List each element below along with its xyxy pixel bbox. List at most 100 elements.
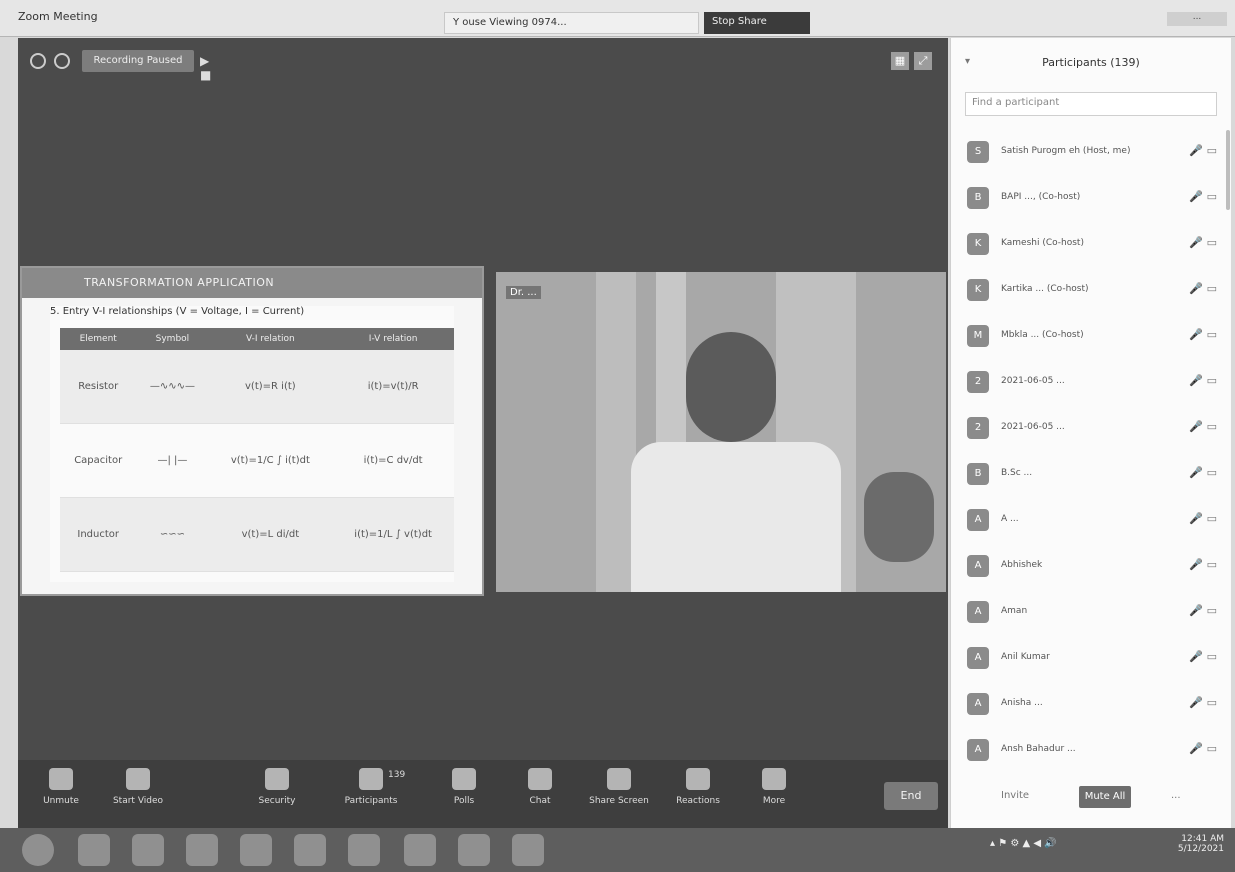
chat-label: Chat <box>529 796 551 806</box>
table-row: Capacitor —| |— v(t)=1/C ∫ i(t)dt i(t)=C… <box>60 423 454 498</box>
meeting-toolbar: Unmute Start Video Security Participants… <box>18 760 948 828</box>
participant-name: Anisha ... <box>1001 698 1043 708</box>
participant-row[interactable]: 2 2021-06-05 ... 🎤 ▭ <box>961 360 1223 406</box>
shared-slide-title: TRANSFORMATION APPLICATION <box>84 276 275 289</box>
invite-button[interactable]: Invite <box>1001 790 1029 801</box>
security-shield-icon[interactable] <box>54 53 70 69</box>
participants-button[interactable]: Participants 139 <box>336 768 406 806</box>
shared-screen: TRANSFORMATION APPLICATION 5. Entry V-I … <box>20 266 484 596</box>
file-explorer-icon[interactable] <box>78 834 110 866</box>
participants-label: Participants <box>344 796 398 806</box>
symbol-cell: —∿∿∿— <box>136 350 209 424</box>
end-meeting-button[interactable]: End <box>884 782 938 810</box>
fullscreen-icon[interactable]: ⤢ <box>914 52 932 70</box>
avatar: 2 <box>967 371 989 393</box>
security-button[interactable]: Security <box>252 768 302 806</box>
clock-time: 12:41 AM <box>1181 834 1224 844</box>
browser-tab[interactable]: Y ouse Viewing 0974... <box>444 12 699 34</box>
unmute-button[interactable]: Unmute <box>36 768 86 806</box>
app-icon[interactable] <box>348 834 380 866</box>
mute-all-button[interactable]: Mute All <box>1079 786 1131 808</box>
zoom-icon[interactable] <box>512 834 544 866</box>
panel-more-button[interactable]: ... <box>1171 790 1181 801</box>
app-icon[interactable] <box>186 834 218 866</box>
participant-row[interactable]: 2 2021-06-05 ... 🎤 ▭ <box>961 406 1223 452</box>
table-header: V-I relation <box>208 328 333 350</box>
pdf-icon[interactable] <box>404 834 436 866</box>
symbol-cell: ∽∽∽ <box>136 497 209 572</box>
video-name-label: Dr. ... <box>506 286 541 299</box>
participant-name: 2021-06-05 ... <box>1001 422 1065 432</box>
participants-scrollbar[interactable] <box>1226 130 1230 210</box>
speaker-hand <box>864 472 934 562</box>
more-button[interactable]: More <box>754 768 794 806</box>
slide-subtitle: 5. Entry V-I relationships (V = Voltage,… <box>50 306 305 317</box>
element-cell: Resistor <box>60 350 137 424</box>
participant-row[interactable]: A Anil Kumar 🎤 ▭ <box>961 636 1223 682</box>
avatar: K <box>967 279 989 301</box>
window-controls[interactable]: ... <box>1167 12 1227 26</box>
window-titlebar: Zoom Meeting Y ouse Viewing 0974... Stop… <box>0 0 1235 37</box>
participant-row[interactable]: B B.Sc ... 🎤 ▭ <box>961 452 1223 498</box>
windows-taskbar: ▴ ⚑ ⚙ ▲ ◀ 🔊 12:41 AM 5/12/2021 <box>0 828 1235 872</box>
participant-count: 139 <box>388 770 406 780</box>
mic-video-icons: 🎤 ▭ <box>1189 696 1217 709</box>
clock-date: 5/12/2021 <box>1177 844 1224 854</box>
polls-button[interactable]: Polls <box>444 768 484 806</box>
mic-video-icons: 🎤 ▭ <box>1189 742 1217 755</box>
shield-icon <box>265 768 289 790</box>
participant-name: Aman <box>1001 606 1028 616</box>
start-video-button[interactable]: Start Video <box>108 768 168 806</box>
system-clock[interactable]: 12:41 AM 5/12/2021 <box>1160 834 1224 854</box>
participant-row[interactable]: K Kartika ... (Co-host) 🎤 ▭ <box>961 268 1223 314</box>
participant-row[interactable]: A Aman 🎤 ▭ <box>961 590 1223 636</box>
avatar: A <box>967 693 989 715</box>
reactions-icon <box>686 768 710 790</box>
chat-button[interactable]: Chat <box>520 768 560 806</box>
app-icon[interactable] <box>458 834 490 866</box>
element-cell: Capacitor <box>60 423 137 498</box>
share-screen-button[interactable]: Share Screen <box>584 768 654 806</box>
participant-name: Abhishek <box>1001 560 1043 570</box>
gallery-view-icon[interactable]: ▦ <box>891 52 909 70</box>
vi-cell: v(t)=R i(t) <box>208 350 333 424</box>
participant-row[interactable]: M Mbkla ... (Co-host) 🎤 ▭ <box>961 314 1223 360</box>
unmute-label: Unmute <box>43 796 79 806</box>
speaker-video[interactable]: Dr. ... <box>496 272 946 592</box>
mic-video-icons: 🎤 ▭ <box>1189 236 1217 249</box>
mic-video-icons: 🎤 ▭ <box>1189 420 1217 433</box>
chrome-icon[interactable] <box>240 834 272 866</box>
participant-row[interactable]: A Anisha ... 🎤 ▭ <box>961 682 1223 728</box>
avatar: A <box>967 555 989 577</box>
participant-row[interactable]: B BAPI ..., (Co-host) 🎤 ▭ <box>961 176 1223 222</box>
start-button-icon[interactable] <box>22 834 54 866</box>
participant-row[interactable]: A Abhishek 🎤 ▭ <box>961 544 1223 590</box>
participant-row[interactable]: K Kameshi (Co-host) 🎤 ▭ <box>961 222 1223 268</box>
participants-icon <box>359 768 383 790</box>
slide-content: 5. Entry V-I relationships (V = Voltage,… <box>50 306 454 582</box>
share-screen-icon <box>607 768 631 790</box>
element-cell: Inductor <box>60 497 137 572</box>
chat-icon <box>528 768 552 790</box>
vi-cell: v(t)=1/C ∫ i(t)dt <box>208 423 333 498</box>
app-icon[interactable] <box>132 834 164 866</box>
polls-label: Polls <box>453 796 475 806</box>
app-icon[interactable] <box>294 834 326 866</box>
participant-row[interactable]: A Ansh Bahadur ... 🎤 ▭ <box>961 728 1223 774</box>
info-icon[interactable] <box>30 53 46 69</box>
more-icon <box>762 768 786 790</box>
system-tray[interactable]: ▴ ⚑ ⚙ ▲ ◀ 🔊 <box>990 838 1150 862</box>
avatar: A <box>967 647 989 669</box>
participant-row[interactable]: S Satish Purogm eh (Host, me) 🎤 ▭ <box>961 130 1223 176</box>
recording-play-pause-icon[interactable]: ▶ ■ <box>200 54 211 82</box>
find-participant-input[interactable]: Find a participant <box>965 92 1217 116</box>
speaker-body <box>631 442 841 592</box>
start-video-label: Start Video <box>112 796 164 806</box>
participant-name: Anil Kumar <box>1001 652 1050 662</box>
stop-share-tab[interactable]: Stop Share <box>704 12 810 34</box>
participant-row[interactable]: A A ... 🎤 ▭ <box>961 498 1223 544</box>
mic-video-icons: 🎤 ▭ <box>1189 604 1217 617</box>
reactions-button[interactable]: Reactions <box>670 768 726 806</box>
participants-panel-title: Participants (139) <box>1042 56 1140 69</box>
iv-cell: i(t)=C dv/dt <box>332 423 454 498</box>
